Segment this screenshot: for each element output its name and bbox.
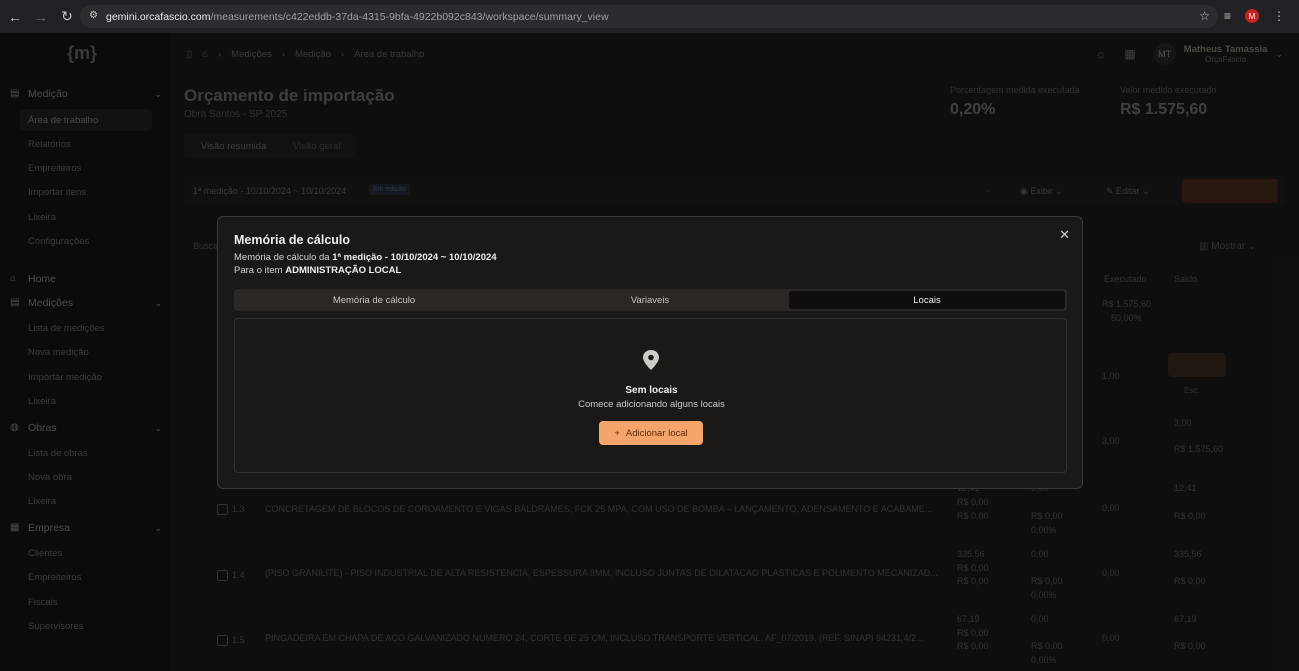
add-local-button[interactable]: + Adicionar local (599, 421, 703, 445)
site-info-icon[interactable]: ⚙ (89, 10, 98, 21)
empty-state-subtitle: Comece adicionando alguns locais (578, 399, 725, 410)
calculation-memory-dialog: Memória de cálculo ✕ Memória de cálculo … (217, 216, 1083, 489)
back-icon[interactable]: ← (4, 6, 26, 28)
empty-state-title: Sem locais (625, 385, 678, 396)
dialog-item: Para o item ADMINISTRAÇÃO LOCAL (234, 265, 402, 276)
media-icon[interactable]: ≡ (1224, 9, 1231, 23)
plus-icon: + (614, 427, 620, 439)
reload-icon[interactable]: ↻ (56, 6, 78, 28)
browser-menu-icon[interactable]: ⋮ (1273, 9, 1285, 23)
dialog-subtitle: Memória de cálculo da 1ª medição - 10/10… (234, 252, 497, 263)
map-pin-icon (643, 350, 659, 370)
bookmark-star-icon[interactable]: ☆ (1199, 9, 1210, 23)
tab-locais[interactable]: Locais (789, 291, 1065, 309)
tab-variaveis[interactable]: Variaveis (512, 291, 788, 309)
profile-avatar[interactable]: M (1245, 9, 1259, 23)
dialog-title: Memória de cálculo (234, 233, 351, 247)
dialog-tabs: Memória de cálculo Variaveis Locais (234, 289, 1067, 311)
tab-memoria-de-calculo[interactable]: Memória de cálculo (236, 291, 512, 309)
locais-panel: Sem locais Comece adicionando alguns loc… (234, 318, 1067, 473)
close-icon[interactable]: ✕ (1059, 227, 1070, 243)
address-bar[interactable]: ⚙ gemini.orcafascio.com/measurements/c42… (80, 5, 1218, 28)
forward-icon[interactable]: → (30, 6, 52, 28)
browser-toolbar: ← → ↻ ⚙ gemini.orcafascio.com/measuremen… (0, 0, 1299, 33)
url-text: gemini.orcafascio.com/measurements/c422e… (106, 10, 609, 23)
